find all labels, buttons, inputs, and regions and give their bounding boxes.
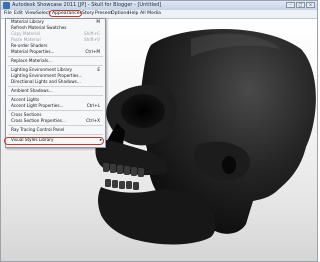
menu-item-label: Copy Material (11, 31, 40, 36)
appearances-dropdown-menu: Material Library M Refresh Material Swat… (5, 18, 106, 148)
minimize-button[interactable]: – (286, 2, 295, 8)
menu-edit[interactable]: Edit (13, 10, 24, 18)
app-logo-icon (3, 2, 10, 9)
application-window: Autodesk Showcase 2011 [JP] - Skull for … (0, 0, 318, 262)
window-controls: – □ × (286, 2, 315, 8)
highlight-ring-visual-styles (4, 137, 104, 145)
menu-item-ambient-shadows[interactable]: Ambient Shadows... (6, 88, 105, 94)
menu-separator (8, 134, 103, 135)
menu-item-material-properties[interactable]: Material Properties... Ctrl+M (6, 49, 105, 55)
menu-item-label: Ambient Shadows... (11, 88, 53, 93)
title-bar: Autodesk Showcase 2011 [JP] - Skull for … (1, 1, 317, 10)
menu-separator (8, 95, 103, 96)
menu-item-label: Directional Lights and Shadows... (11, 79, 81, 84)
menu-item-label: Cross Section Properties... (11, 118, 66, 123)
maximize-button[interactable]: □ (296, 2, 305, 8)
menu-item-label: Paste Material (11, 37, 41, 42)
menu-item-shortcut: Ctrl+L (86, 103, 100, 108)
menu-item-label: Accent Lights (11, 97, 40, 102)
menu-item-label: Ray Tracing Control Panel (11, 127, 65, 132)
menu-item-replace-materials[interactable]: Replace Materials... (6, 58, 105, 64)
menu-item-label: Replace Materials... (11, 58, 53, 63)
close-button[interactable]: × (306, 2, 315, 8)
highlight-ring-appearances (49, 10, 82, 17)
menu-all-media[interactable]: All Media (139, 10, 162, 18)
menu-item-label: Lighting Environment Properties... (11, 73, 83, 78)
menu-help[interactable]: Help (127, 10, 139, 18)
window-title: Autodesk Showcase 2011 [JP] - Skull for … (12, 2, 162, 8)
menu-item-label: Cross Sections (11, 112, 42, 117)
menu-item-accent-light-properties[interactable]: Accent Light Properties... Ctrl+L (6, 103, 105, 109)
menu-item-ray-tracing-control-panel[interactable]: Ray Tracing Control Panel (6, 127, 105, 133)
menu-item-shortcut: Ctrl+X (86, 118, 100, 123)
menu-item-label: Lighting Environment Library (11, 67, 72, 72)
menu-separator (8, 86, 103, 87)
menu-separator (8, 125, 103, 126)
menu-item-label: Material Library (11, 19, 44, 24)
menu-separator (8, 65, 103, 66)
menu-item-shortcut: Ctrl+M (85, 49, 100, 54)
menu-item-label: Material Properties... (11, 49, 55, 54)
menu-item-label: Accent Light Properties... (11, 103, 64, 108)
menu-item-label: Re-order Shaders (11, 43, 48, 48)
menu-file[interactable]: File (3, 10, 13, 18)
menu-item-label: Refresh Material Swatches (11, 25, 67, 30)
menu-separator (8, 56, 103, 57)
menu-item-cross-section-properties[interactable]: Cross Section Properties... Ctrl+X (6, 118, 105, 124)
menu-item-directional-lights-shadows[interactable]: Directional Lights and Shadows... (6, 79, 105, 85)
menu-separator (8, 110, 103, 111)
